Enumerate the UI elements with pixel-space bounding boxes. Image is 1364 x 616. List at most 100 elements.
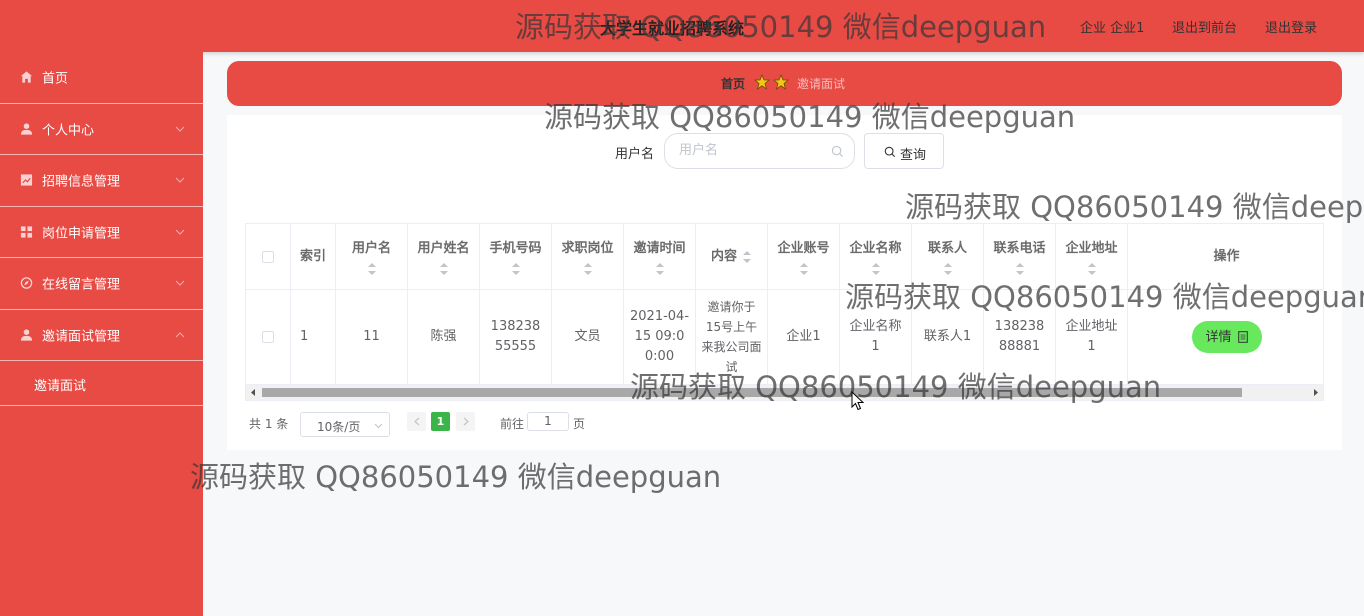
pagination-total: 共 1 条 — [249, 417, 289, 431]
chevron-left-icon — [414, 417, 420, 426]
chevron-down-icon — [175, 280, 185, 286]
goto-page-input[interactable]: 1 — [527, 412, 569, 431]
column-header[interactable]: 企业账号 — [768, 224, 840, 290]
column-header[interactable]: 企业名称 — [840, 224, 912, 290]
scroll-right-icon[interactable] — [1312, 389, 1319, 396]
scroll-left-icon[interactable] — [250, 389, 257, 396]
compass-icon — [20, 277, 33, 290]
sidebar-item-label: 招聘信息管理 — [42, 174, 121, 190]
user-icon — [20, 329, 33, 341]
column-header[interactable]: 联系电话 — [984, 224, 1056, 290]
page-number-current[interactable]: 1 — [431, 412, 450, 431]
detail-button[interactable]: 详情 — [1191, 321, 1262, 353]
top-header: 大学生就业招聘系统 企业 企业1 退出到前台 退出登录 — [0, 0, 1364, 52]
chevron-right-icon — [463, 417, 469, 426]
horizontal-scrollbar[interactable] — [246, 385, 1323, 400]
sort-icon[interactable] — [439, 262, 449, 275]
table-cell: 企业地址1 — [1056, 290, 1128, 385]
data-table: 索引 用户名 用户姓名 手机号码 求职岗位 邀请时间 内容 企业账号 企业名称 … — [245, 223, 1324, 401]
breadcrumb-current: 邀请面试 — [797, 77, 846, 91]
star-icon — [773, 74, 789, 90]
table-cell: 企业名称1 — [840, 290, 912, 385]
page-size-select[interactable]: 10条/页 — [300, 412, 390, 437]
grid-icon — [20, 226, 33, 238]
app-title: 大学生就业招聘系统 — [600, 19, 745, 38]
prev-page-button[interactable] — [407, 412, 426, 431]
chevron-down-icon — [175, 177, 185, 183]
sort-icon[interactable] — [799, 262, 809, 275]
content-panel: 用户名 查询 索引 用户名 用户姓名 手机号码 求职岗位 邀请时间 内容 企业账… — [227, 115, 1342, 450]
search-icon — [884, 146, 896, 158]
home-icon — [20, 71, 33, 83]
column-header[interactable]: 手机号码 — [480, 224, 552, 290]
sidebar-item-recruitment-info[interactable]: 招聘信息管理 — [0, 155, 203, 207]
column-header[interactable]: 邀请时间 — [624, 224, 696, 290]
table-cell: 联系人1 — [912, 290, 984, 385]
sidebar-item-label: 个人中心 — [42, 123, 95, 139]
table-cell: 11 — [336, 290, 408, 385]
column-header: 索引 — [291, 224, 336, 290]
table-cell: 企业1 — [768, 290, 840, 385]
column-header: 操作 — [1128, 224, 1323, 290]
table-cell: 陈强 — [408, 290, 480, 385]
search-input[interactable] — [679, 143, 829, 158]
goto-suffix: 页 — [573, 417, 586, 431]
sidebar-item-online-message[interactable]: 在线留言管理 — [0, 258, 203, 310]
query-button-label: 查询 — [900, 148, 927, 163]
column-header[interactable]: 求职岗位 — [552, 224, 624, 290]
select-all-checkbox[interactable] — [262, 250, 274, 263]
sidebar-item-label: 邀请面试管理 — [42, 329, 121, 345]
chart-icon — [20, 174, 33, 186]
chevron-down-icon — [175, 126, 185, 132]
sidebar-item-label: 岗位申请管理 — [42, 226, 121, 242]
sort-icon[interactable] — [511, 262, 521, 275]
scrollbar-thumb[interactable] — [262, 388, 1242, 397]
row-checkbox[interactable] — [262, 331, 274, 343]
sort-icon[interactable] — [871, 262, 881, 275]
column-header[interactable]: 内容 — [696, 224, 768, 290]
user-icon — [20, 123, 33, 135]
sidebar-subitem-interview[interactable]: 邀请面试 — [0, 361, 203, 406]
sidebar-item-personal-center[interactable]: 个人中心 — [0, 104, 203, 155]
column-header[interactable]: 联系人 — [912, 224, 984, 290]
sidebar: 首页 个人中心 招聘信息管理 岗位申请管理 在线留言管理 邀请面试管理 邀请面试 — [0, 52, 203, 616]
goto-label: 前往 — [500, 417, 525, 431]
search-label: 用户名 — [615, 147, 655, 162]
column-header[interactable]: 用户姓名 — [408, 224, 480, 290]
sidebar-item-label: 在线留言管理 — [42, 277, 121, 293]
page-size-value: 10条/页 — [317, 420, 361, 434]
sort-icon[interactable] — [742, 250, 752, 263]
star-icon — [754, 74, 770, 90]
user-account-link[interactable]: 企业 企业1 — [1080, 17, 1144, 36]
table-cell: 邀请你于15号上午来我公司面试 — [696, 290, 768, 385]
table-cell: 13823888881 — [984, 290, 1056, 385]
back-to-frontend-link[interactable]: 退出到前台 — [1172, 17, 1237, 36]
column-header[interactable]: 企业地址 — [1056, 224, 1128, 290]
table-cell: 13823855555 — [480, 290, 552, 385]
sort-icon[interactable] — [655, 262, 665, 275]
action-cell: 详情 — [1128, 290, 1323, 385]
query-button[interactable]: 查询 — [864, 133, 944, 169]
watermark-text: 源码获取 QQ86050149 微信deepguan — [190, 460, 722, 494]
next-page-button[interactable] — [456, 412, 475, 431]
sort-icon[interactable] — [367, 262, 377, 275]
column-header[interactable]: 用户名 — [336, 224, 408, 290]
sidebar-subitem-label: 邀请面试 — [34, 379, 87, 394]
sidebar-item-job-application[interactable]: 岗位申请管理 — [0, 207, 203, 258]
document-icon — [1237, 331, 1248, 343]
search-icon — [831, 145, 844, 158]
sort-icon[interactable] — [583, 262, 593, 275]
sidebar-item-home[interactable]: 首页 — [0, 52, 203, 104]
chevron-up-icon — [175, 332, 185, 338]
sort-icon[interactable] — [1087, 262, 1097, 275]
sidebar-item-interview-invite[interactable]: 邀请面试管理 — [0, 310, 203, 361]
table-cell: 1 — [291, 290, 336, 385]
sort-icon[interactable] — [943, 262, 953, 275]
search-field[interactable] — [664, 133, 855, 169]
breadcrumb: 首页 邀请面试 — [227, 61, 1342, 106]
sidebar-item-label: 首页 — [42, 71, 69, 87]
breadcrumb-home[interactable]: 首页 — [721, 75, 745, 92]
logout-link[interactable]: 退出登录 — [1265, 17, 1317, 36]
sort-icon[interactable] — [1015, 262, 1025, 275]
row-select-cell — [246, 290, 291, 385]
